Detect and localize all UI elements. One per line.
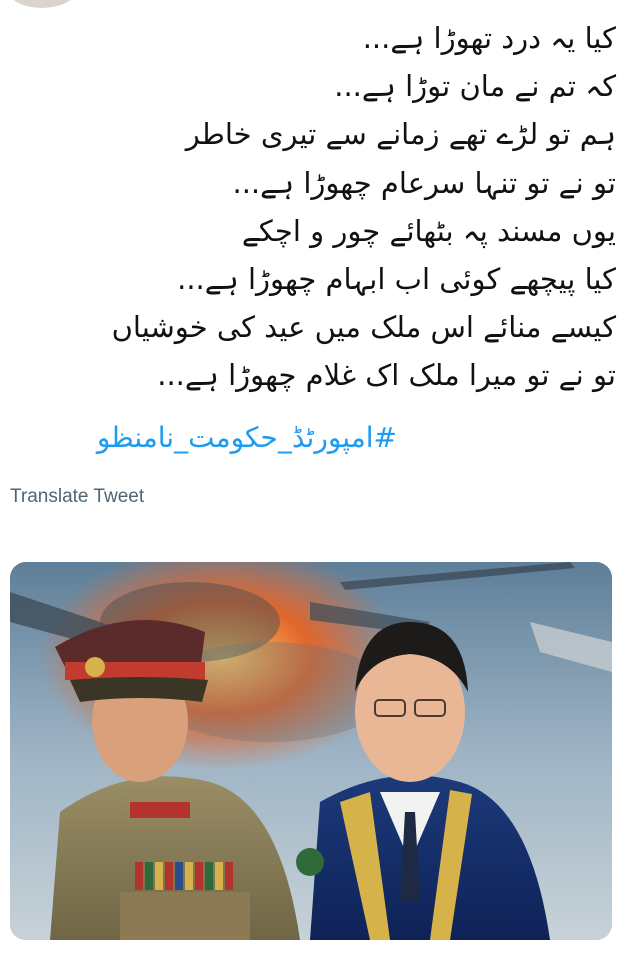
tweet-line: تو نے تو تنہا سرعام چھوڑا ہے... — [232, 165, 617, 200]
translate-tweet-link[interactable]: Translate Tweet — [10, 486, 144, 508]
tweet-line: کیسے منائے اس ملک میں عید کی خوشیاں — [111, 310, 616, 345]
tweet-line: کہ تم نے مان توڑا ہے... — [334, 69, 616, 104]
hashtag-link[interactable]: #امپورٹڈ_حکومت_نامنظو — [97, 416, 397, 460]
tweet-line: کیا پیچھے کوئی اب ابہام چھوڑا ہے... — [177, 262, 616, 297]
tweet-text: کیا یہ درد تھوڑا ہے... کہ تم نے مان توڑا… — [12, 14, 616, 400]
image-icon — [10, 562, 612, 940]
tweet-line: تو نے تو میرا ملک اک غلام چھوڑا ہے... — [157, 358, 616, 393]
avatar[interactable] — [6, 0, 78, 8]
tweet-media-image[interactable] — [10, 562, 612, 940]
tweet-line: کیا یہ درد تھوڑا ہے... — [362, 21, 616, 55]
tweet-line: ہم تو لڑے تھے زمانے سے تیری خاطر — [185, 117, 616, 152]
tweet-line: یوں مسند پہ بٹھائے چور و اچکے — [241, 213, 616, 248]
